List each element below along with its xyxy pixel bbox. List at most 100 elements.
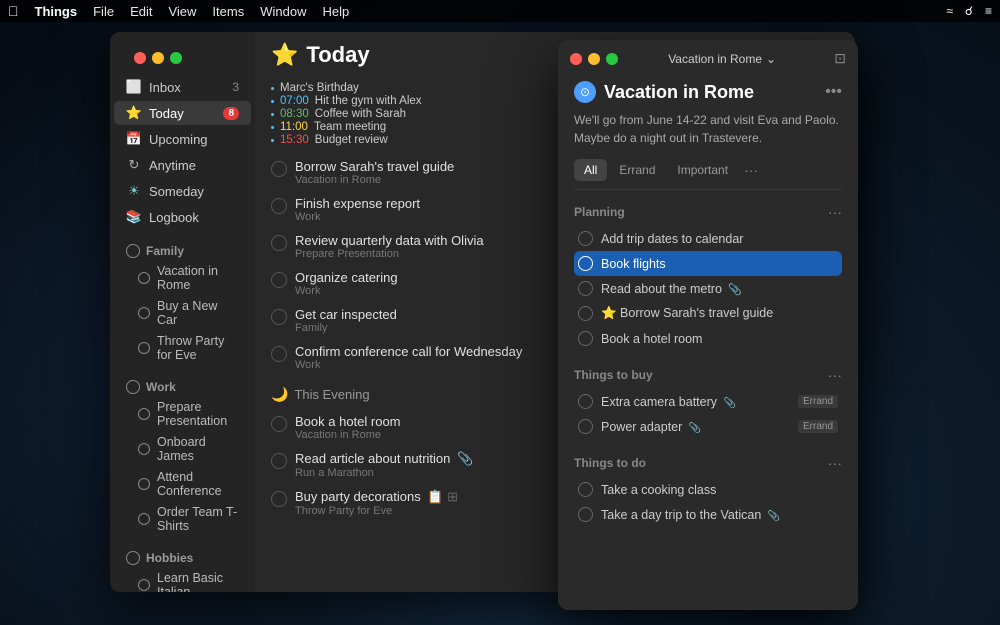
sidebar-item-learn-italian[interactable]: Learn Basic Italian xyxy=(114,568,251,592)
menu-icon[interactable]: ≡ xyxy=(985,4,992,18)
checklist-item-vatican[interactable]: Take a day trip to the Vatican 📎 xyxy=(574,502,842,527)
tab-all[interactable]: All xyxy=(574,159,607,181)
search-icon[interactable]: ☌ xyxy=(965,4,973,18)
detail-minimize-button[interactable] xyxy=(588,53,600,65)
checklist-item-power-adapter[interactable]: Power adapter 📎 Errand xyxy=(574,414,842,439)
detail-project-icon: ⊙ xyxy=(574,81,596,103)
sidebar-item-inbox[interactable]: ⬜ Inbox 3 xyxy=(114,75,251,99)
task-checkbox[interactable] xyxy=(271,235,287,251)
sidebar-item-order-tshirts[interactable]: Order Team T-Shirts xyxy=(114,502,251,536)
app-name: Things xyxy=(35,4,78,19)
detail-close-button[interactable] xyxy=(570,53,582,65)
check-box[interactable] xyxy=(578,281,593,296)
sidebar-item-logbook-label: Logbook xyxy=(149,210,199,225)
checklist-item-camera-battery[interactable]: Extra camera battery 📎 Errand xyxy=(574,389,842,414)
task-checkbox[interactable] xyxy=(271,309,287,325)
things-to-buy-header: Things to buy ··· xyxy=(574,367,842,383)
attachment-icon: 📎 xyxy=(728,284,742,296)
sidebar-header xyxy=(110,32,255,74)
family-section-header: Family xyxy=(110,242,255,260)
sidebar-item-today[interactable]: ⭐ Today 8 xyxy=(114,101,251,125)
close-button[interactable] xyxy=(134,52,146,64)
check-box[interactable] xyxy=(578,507,593,522)
someday-icon: ☀ xyxy=(126,183,142,199)
check-box[interactable] xyxy=(578,419,593,434)
maximize-button[interactable] xyxy=(170,52,182,64)
family-section-icon xyxy=(126,244,140,258)
cal-gym-time: 07:00 xyxy=(280,95,309,107)
menu-view[interactable]: View xyxy=(168,4,196,19)
detail-maximize-button[interactable] xyxy=(606,53,618,65)
task-checkbox[interactable] xyxy=(271,453,287,469)
menu-help[interactable]: Help xyxy=(322,4,349,19)
minimize-button[interactable] xyxy=(152,52,164,64)
check-label-camera: Extra camera battery 📎 xyxy=(601,395,790,409)
check-box[interactable] xyxy=(578,394,593,409)
hobbies-section-icon xyxy=(126,551,140,565)
cal-dot-gym xyxy=(271,100,274,103)
sidebar-item-throw-party[interactable]: Throw Party for Eve xyxy=(114,331,251,365)
tabs-more-button[interactable]: ··· xyxy=(744,162,758,178)
today-title: Today xyxy=(306,42,369,68)
task-checkbox[interactable] xyxy=(271,346,287,362)
chevron-down-icon[interactable]: ⌄ xyxy=(766,52,776,66)
sidebar-item-someday[interactable]: ☀ Someday xyxy=(114,179,251,203)
attachment-icon: 📎 xyxy=(724,398,736,409)
menu-items[interactable]: Items xyxy=(212,4,244,19)
sidebar-item-logbook[interactable]: 📚 Logbook xyxy=(114,205,251,229)
traffic-lights xyxy=(122,42,243,74)
check-label-metro: Read about the metro 📎 xyxy=(601,282,838,296)
menu-file[interactable]: File xyxy=(93,4,114,19)
sidebar-item-onboard-james[interactable]: Onboard James xyxy=(114,432,251,466)
logbook-icon: 📚 xyxy=(126,209,142,225)
things-to-buy-more[interactable]: ··· xyxy=(828,367,842,383)
check-box[interactable] xyxy=(578,306,593,321)
menu-edit[interactable]: Edit xyxy=(130,4,152,19)
things-to-do-title: Things to do xyxy=(574,456,646,470)
today-badge: 8 xyxy=(223,107,239,120)
planning-section-header: Planning ··· xyxy=(574,204,842,220)
sidebar-item-buy-car[interactable]: Buy a New Car xyxy=(114,296,251,330)
conference-dot xyxy=(138,478,150,490)
checklist-item-hotel[interactable]: Book a hotel room xyxy=(574,326,842,351)
today-icon: ⭐ xyxy=(126,105,142,121)
sidebar-item-prepare-presentation[interactable]: Prepare Presentation xyxy=(114,397,251,431)
detail-more-button[interactable]: ••• xyxy=(825,83,842,101)
things-to-do-more[interactable]: ··· xyxy=(828,455,842,471)
menu-window[interactable]: Window xyxy=(260,4,306,19)
sidebar-item-vacation-rome[interactable]: Vacation in Rome xyxy=(114,261,251,295)
check-box[interactable] xyxy=(578,231,593,246)
check-box[interactable] xyxy=(578,482,593,497)
checklist-item-cooking[interactable]: Take a cooking class xyxy=(574,477,842,502)
detail-action-icon[interactable]: ⊡ xyxy=(834,50,846,67)
check-box-selected[interactable] xyxy=(578,256,593,271)
checklist-item-flights[interactable]: Book flights xyxy=(574,251,842,276)
check-box[interactable] xyxy=(578,331,593,346)
task-checkbox[interactable] xyxy=(271,198,287,214)
sidebar-item-attend-conference[interactable]: Attend Conference xyxy=(114,467,251,501)
planning-more-button[interactable]: ··· xyxy=(828,204,842,220)
task-checkbox[interactable] xyxy=(271,491,287,507)
apple-menu[interactable]:  xyxy=(8,3,19,19)
task-checkbox[interactable] xyxy=(271,272,287,288)
throw-party-label: Throw Party for Eve xyxy=(157,334,239,362)
checklist-item-metro[interactable]: Read about the metro 📎 xyxy=(574,276,842,301)
task-checkbox[interactable] xyxy=(271,416,287,432)
sidebar-item-anytime[interactable]: ↻ Anytime xyxy=(114,153,251,177)
vacation-rome-dot xyxy=(138,272,150,284)
sidebar-item-someday-label: Someday xyxy=(149,184,204,199)
check-label: Add trip dates to calendar xyxy=(601,232,838,246)
tab-important[interactable]: Important xyxy=(667,159,738,181)
prepare-label: Prepare Presentation xyxy=(157,400,239,428)
prepare-dot xyxy=(138,408,150,420)
things-to-buy-section: Things to buy ··· Extra camera battery 📎… xyxy=(574,367,842,439)
task-checkbox[interactable] xyxy=(271,161,287,177)
italian-dot xyxy=(138,579,150,591)
checklist-item-travel-guide[interactable]: ⭐ Borrow Sarah's travel guide xyxy=(574,301,842,326)
tab-errand[interactable]: Errand xyxy=(609,159,665,181)
checklist-item-dates[interactable]: Add trip dates to calendar xyxy=(574,226,842,251)
things-to-buy-title: Things to buy xyxy=(574,368,653,382)
sidebar-item-upcoming[interactable]: 📅 Upcoming xyxy=(114,127,251,151)
errand-tag-2: Errand xyxy=(798,420,838,433)
detail-traffic: Vacation in Rome ⌄ ⊡ xyxy=(558,40,858,73)
